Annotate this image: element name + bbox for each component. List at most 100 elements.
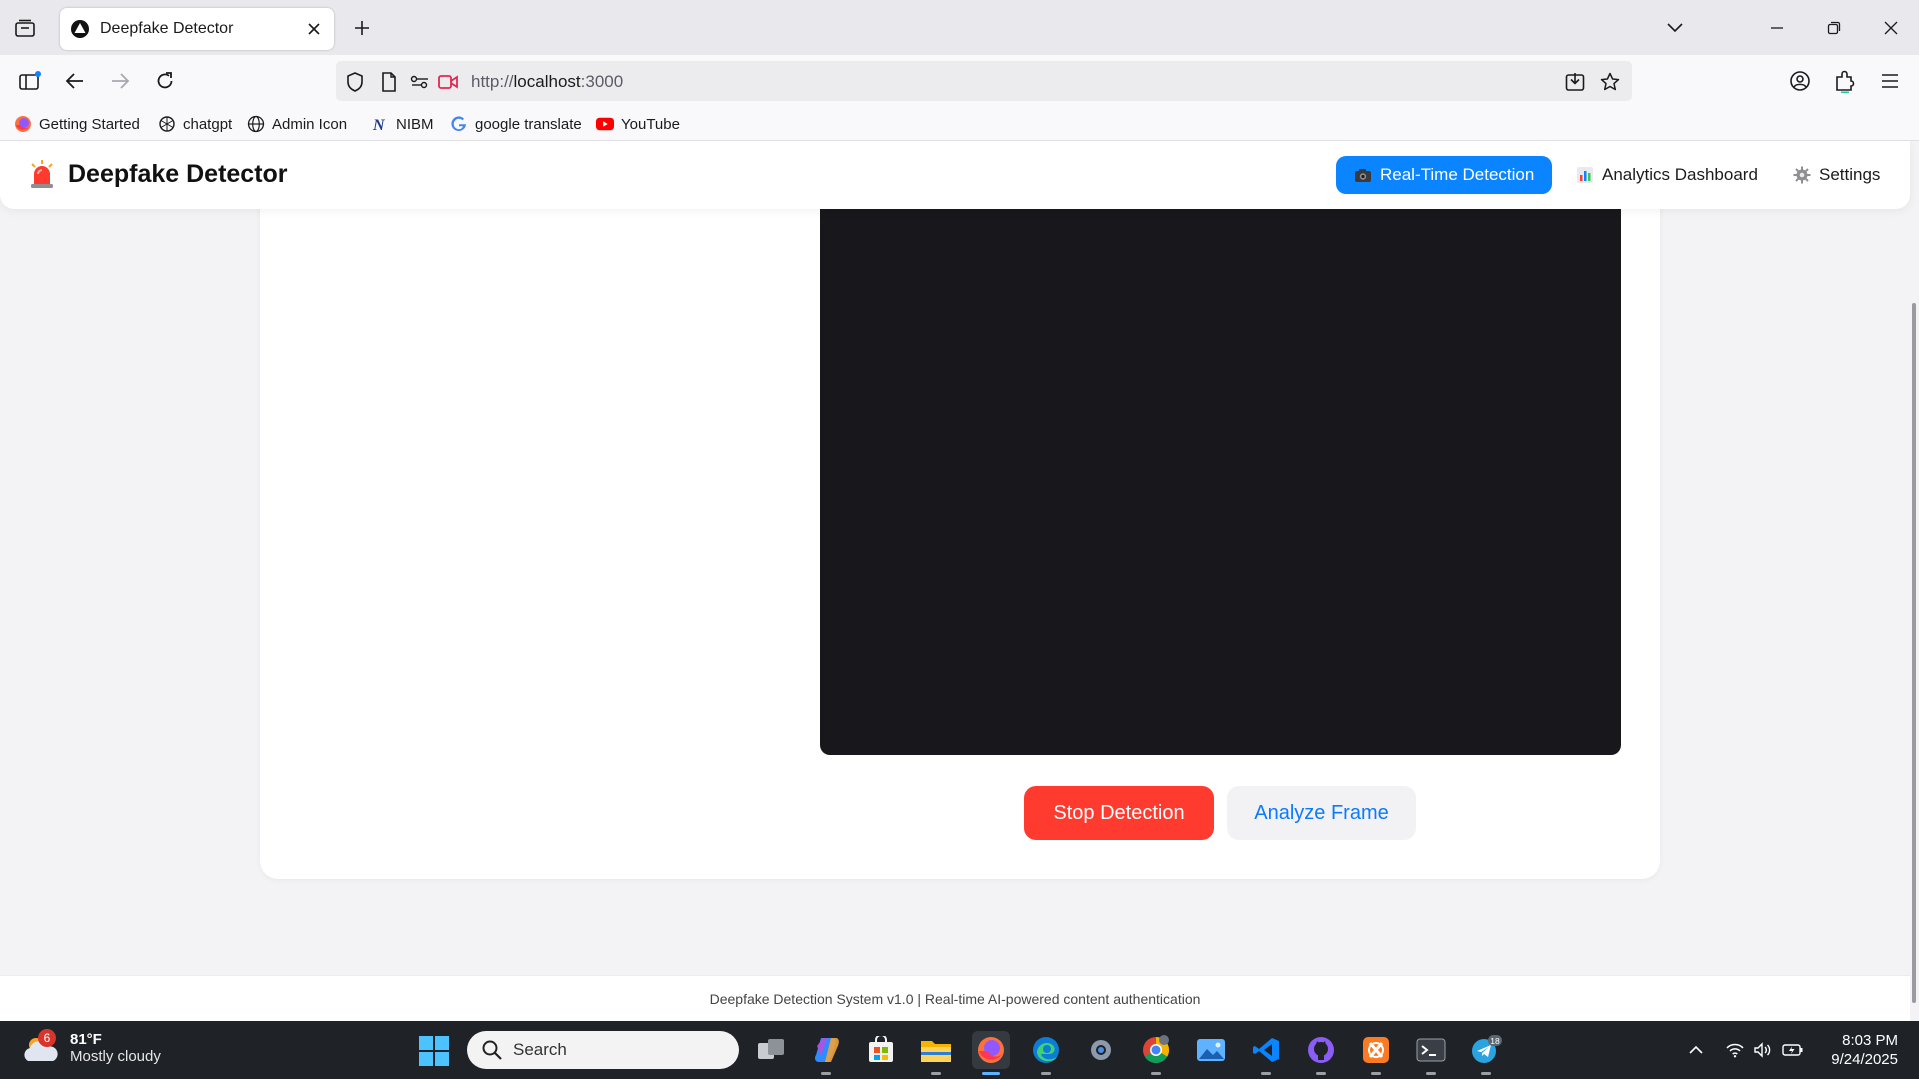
weather-widget[interactable]: 6 81°F Mostly cloudy <box>20 1029 161 1067</box>
bookmark-admin-icon[interactable]: Admin Icon <box>247 113 347 135</box>
extensions-icon[interactable] <box>1831 67 1859 95</box>
youtube-icon <box>596 115 614 133</box>
photos-icon[interactable] <box>1192 1031 1230 1069</box>
running-indicator <box>1261 1072 1271 1075</box>
bookmark-label: chatgpt <box>183 115 233 133</box>
bookmarks-toolbar: Getting Started chatgpt Admin Icon N NIB… <box>0 108 1919 141</box>
page-viewport: Stop Detection Analyze Frame Deepfake De… <box>0 141 1919 1021</box>
volume-icon[interactable] <box>1752 1039 1774 1061</box>
microsoft-store-icon[interactable] <box>862 1031 900 1069</box>
running-indicator <box>1316 1072 1326 1075</box>
app-header: Deepfake Detector Real-Time Detection An… <box>0 141 1910 209</box>
browser-tab-strip: Deepfake Detector <box>0 0 1919 55</box>
shield-icon[interactable] <box>344 71 366 93</box>
browser-tab[interactable]: Deepfake Detector <box>60 8 334 50</box>
forward-arrow-icon[interactable] <box>106 67 134 95</box>
footer-text: Deepfake Detection System v1.0 | Real-ti… <box>709 990 1201 1007</box>
stop-detection-button[interactable]: Stop Detection <box>1024 786 1214 840</box>
brand: Deepfake Detector <box>28 159 288 189</box>
nav-analytics-dashboard[interactable]: Analytics Dashboard <box>1558 156 1776 194</box>
running-indicator <box>1151 1072 1161 1075</box>
minimize-icon[interactable] <box>1762 14 1792 42</box>
bookmark-label: NIBM <box>396 115 434 133</box>
bookmark-label: Admin Icon <box>272 115 348 133</box>
nav-label: Settings <box>1819 165 1881 184</box>
page-footer: Deepfake Detection System v1.0 | Real-ti… <box>0 975 1910 1021</box>
save-page-icon[interactable] <box>1564 71 1586 93</box>
running-indicator <box>1481 1072 1491 1075</box>
close-tab-icon[interactable] <box>304 19 324 39</box>
copilot-icon[interactable] <box>807 1031 845 1075</box>
bookmark-getting-started[interactable]: Getting Started <box>14 113 140 135</box>
telegram-badge: 18 <box>1490 1036 1500 1046</box>
task-view-icon[interactable] <box>752 1031 790 1069</box>
chrome-icon[interactable] <box>1137 1031 1175 1075</box>
nav-label: Analytics Dashboard <box>1602 165 1758 184</box>
new-tab-icon[interactable] <box>350 16 374 40</box>
app-title: Deepfake Detector <box>68 159 288 188</box>
reload-icon[interactable] <box>151 67 179 95</box>
close-window-icon[interactable] <box>1876 14 1906 42</box>
back-arrow-icon[interactable] <box>61 67 89 95</box>
nav-settings[interactable]: Settings <box>1775 156 1898 194</box>
weather-alert-badge: 6 <box>38 1029 56 1047</box>
wifi-icon[interactable] <box>1724 1039 1746 1061</box>
siren-icon <box>28 159 56 189</box>
nav-label: Real-Time Detection <box>1380 165 1535 184</box>
chevron-down-icon[interactable] <box>1663 18 1687 38</box>
address-bar[interactable]: http://localhost:3000 <box>336 61 1632 101</box>
running-indicator <box>1371 1072 1381 1075</box>
telegram-icon[interactable]: 18 <box>1467 1031 1505 1075</box>
bookmark-google-translate[interactable]: google translate <box>450 113 582 135</box>
system-clock[interactable]: 8:03 PM 9/24/2025 <box>1810 1031 1898 1069</box>
firefox-icon <box>14 115 32 133</box>
windows-start-icon[interactable] <box>418 1035 450 1067</box>
nibm-icon: N <box>371 115 389 133</box>
bookmark-nibm[interactable]: N NIBM <box>371 113 434 135</box>
terminal-icon[interactable] <box>1412 1031 1450 1075</box>
settings-app-icon[interactable] <box>1082 1031 1120 1069</box>
file-explorer-icon[interactable] <box>917 1031 955 1075</box>
vscode-icon[interactable] <box>1247 1031 1285 1075</box>
search-placeholder: Search <box>513 1040 567 1059</box>
edge-icon[interactable] <box>1027 1031 1065 1075</box>
clock-time: 8:03 PM <box>1842 1032 1898 1049</box>
xampp-icon[interactable] <box>1357 1031 1395 1075</box>
active-indicator <box>982 1072 1000 1075</box>
detection-card: Stop Detection Analyze Frame <box>260 141 1660 879</box>
app-favicon-icon <box>70 19 90 39</box>
search-icon <box>481 1039 503 1061</box>
url-text: http://localhost:3000 <box>471 72 623 92</box>
running-indicator <box>821 1072 831 1075</box>
url-host: localhost <box>513 72 581 91</box>
page-scrollbar[interactable] <box>1910 141 1919 1021</box>
svg-text:N: N <box>372 117 386 133</box>
bookmark-label: Getting Started <box>39 115 140 133</box>
tab-list-icon[interactable] <box>12 16 38 40</box>
firefox-taskbar-icon[interactable] <box>972 1031 1010 1075</box>
account-icon[interactable] <box>1786 67 1814 95</box>
nav-real-time-detection[interactable]: Real-Time Detection <box>1336 156 1553 194</box>
page-info-icon[interactable] <box>378 71 400 93</box>
running-indicator <box>1426 1072 1436 1075</box>
url-port: :3000 <box>580 72 624 91</box>
windows-taskbar: 6 81°F Mostly cloudy Search 18 8:03 PM 9… <box>0 1021 1919 1079</box>
camera-sharing-icon[interactable] <box>437 71 459 93</box>
bookmark-star-icon[interactable] <box>1599 71 1621 93</box>
scrollbar-thumb[interactable] <box>1912 303 1916 1003</box>
taskbar-search[interactable]: Search <box>467 1031 739 1069</box>
hamburger-menu-icon[interactable] <box>1876 67 1904 95</box>
bar-chart-icon <box>1576 166 1594 184</box>
bookmark-youtube[interactable]: YouTube <box>596 113 680 135</box>
battery-icon[interactable] <box>1782 1039 1804 1061</box>
bookmark-chatgpt[interactable]: chatgpt <box>158 113 232 135</box>
analyze-frame-button[interactable]: Analyze Frame <box>1227 786 1416 840</box>
bookmark-label: YouTube <box>621 115 680 133</box>
restore-icon[interactable] <box>1819 14 1849 42</box>
permissions-icon[interactable] <box>410 71 432 93</box>
weather-temperature: 81°F <box>70 1031 102 1048</box>
sidebar-icon[interactable] <box>16 67 44 95</box>
chevron-up-icon[interactable] <box>1685 1039 1707 1061</box>
cloudy-weather-icon: 6 <box>20 1029 60 1067</box>
github-desktop-icon[interactable] <box>1302 1031 1340 1075</box>
